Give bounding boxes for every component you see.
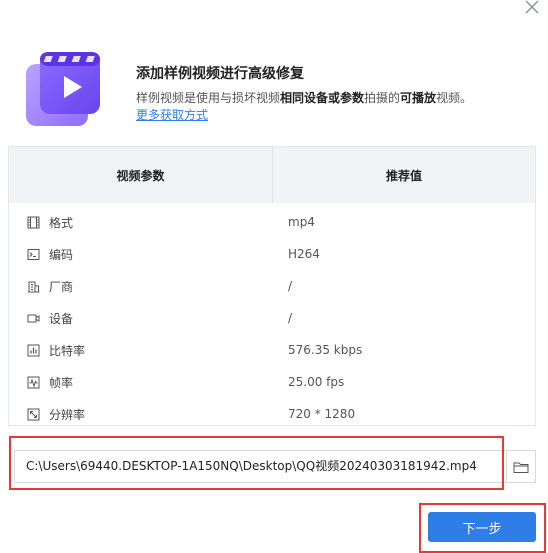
path-highlight-box xyxy=(9,436,504,490)
video-params-table: 视频参数 推荐值 格式 mp4 编码 H264 厂商 / 设备 / 比特率 57… xyxy=(8,146,536,426)
bar-chart-icon xyxy=(27,344,40,356)
row-value: / xyxy=(288,311,293,325)
camera-icon xyxy=(27,314,40,322)
film-icon xyxy=(27,216,40,228)
close-button[interactable] xyxy=(520,0,544,16)
table-row-device: 设备 / xyxy=(9,302,535,334)
dialog-title: 添加样例视频进行高级修复 xyxy=(136,66,304,82)
resize-icon xyxy=(27,408,40,420)
folder-icon xyxy=(513,462,529,473)
row-label: 厂商 xyxy=(49,279,74,294)
desc-part-1: 样例视频是使用与损坏视频 xyxy=(136,91,281,105)
row-value: 576.35 kbps xyxy=(288,343,363,357)
next-highlight-box xyxy=(419,503,546,553)
column-header-recommend: 推荐值 xyxy=(272,147,535,203)
close-icon xyxy=(525,0,539,14)
row-label: 设备 xyxy=(49,311,74,326)
table-row-resolution: 分辨率 720 * 1280 xyxy=(9,398,535,430)
desc-emphasis-2: 可播放 xyxy=(400,91,437,105)
browse-folder-button[interactable] xyxy=(507,450,536,483)
row-value: 25.00 fps xyxy=(288,375,345,389)
sample-video-dialog: 添加样例视频进行高级修复 样例视频是使用与损坏视频相同设备或参数拍摄的可播放视频… xyxy=(0,0,548,553)
waveform-icon xyxy=(27,376,40,388)
table-row-vendor: 厂商 / xyxy=(9,270,535,302)
desc-emphasis-1: 相同设备或参数 xyxy=(280,91,365,105)
table-row-codec: 编码 H264 xyxy=(9,238,535,270)
column-header-param: 视频参数 xyxy=(116,168,165,183)
code-icon xyxy=(27,248,40,260)
video-clip-icon xyxy=(24,50,104,130)
table-header: 视频参数 推荐值 xyxy=(9,147,535,203)
desc-part-2: 拍摄的 xyxy=(364,91,401,105)
row-label: 帧率 xyxy=(49,375,74,390)
row-value: H264 xyxy=(288,247,320,261)
more-methods-link[interactable]: 更多获取方式 xyxy=(136,106,208,123)
desc-part-3: 视频。 xyxy=(436,91,473,105)
row-value: 720 * 1280 xyxy=(288,407,356,421)
table-row-bitrate: 比特率 576.35 kbps xyxy=(9,334,535,366)
row-value: mp4 xyxy=(288,215,315,229)
row-label: 格式 xyxy=(49,215,74,230)
row-value: / xyxy=(288,279,293,293)
row-label: 分辨率 xyxy=(49,407,86,422)
dialog-description: 样例视频是使用与损坏视频相同设备或参数拍摄的可播放视频。 xyxy=(136,89,472,106)
row-label: 比特率 xyxy=(49,343,86,358)
row-label: 编码 xyxy=(49,247,74,262)
table-body: 格式 mp4 编码 H264 厂商 / 设备 / 比特率 576.35 kbps… xyxy=(9,203,535,430)
table-row-format: 格式 mp4 xyxy=(9,206,535,238)
table-row-framerate: 帧率 25.00 fps xyxy=(9,366,535,398)
building-icon xyxy=(28,281,40,292)
